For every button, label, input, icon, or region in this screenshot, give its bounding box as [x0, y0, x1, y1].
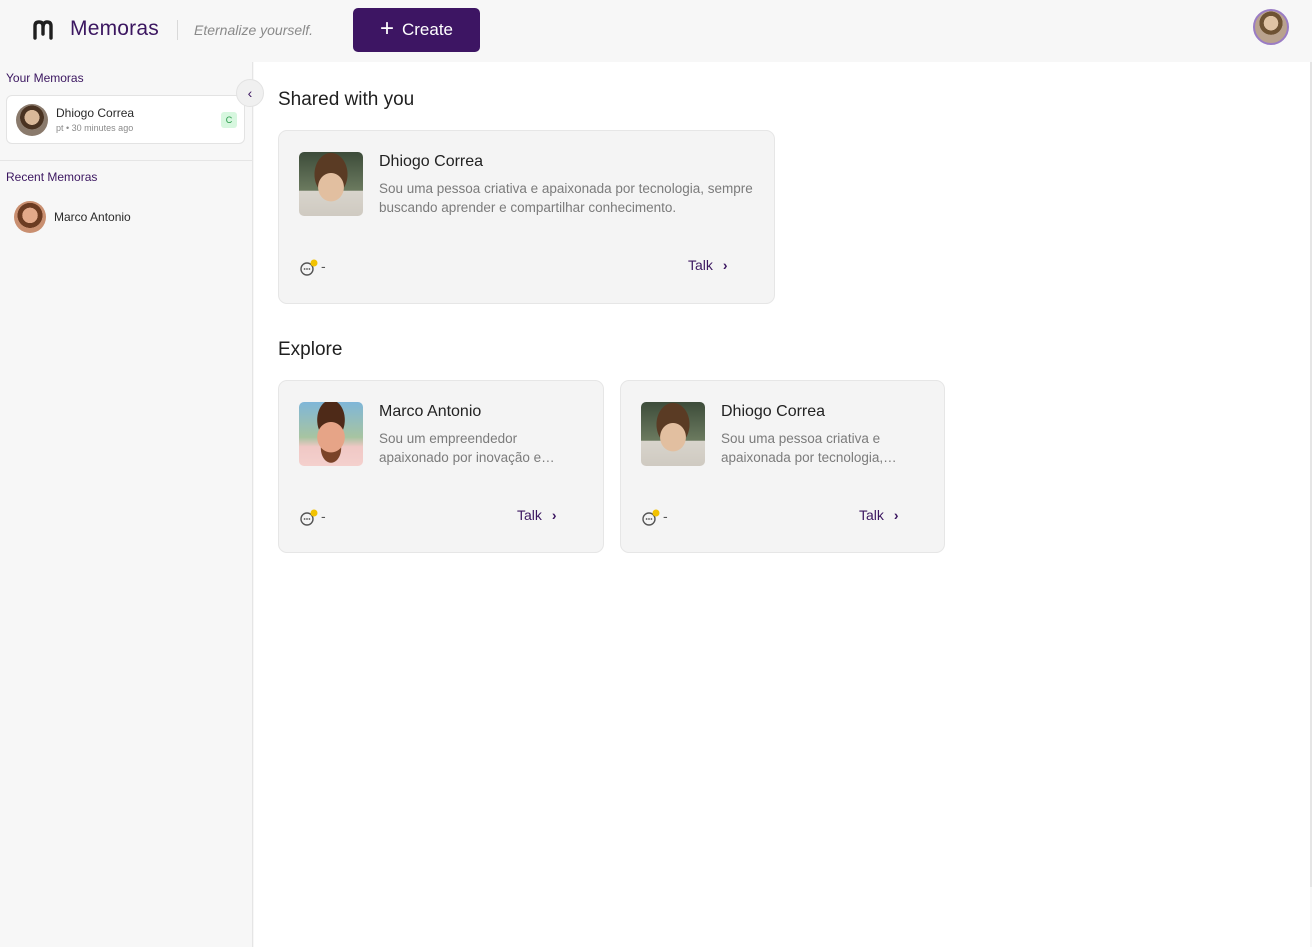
talk-button[interactable]: Talk › — [859, 507, 899, 523]
collapse-sidebar-button[interactable]: ‹ — [236, 79, 264, 107]
chat-bubble-icon — [300, 509, 318, 526]
conversation-count: - — [663, 508, 668, 524]
memora-name: Dhiogo Correa — [379, 153, 484, 170]
conversation-count: - — [321, 508, 326, 524]
explore-section-title: Explore — [278, 339, 343, 360]
memora-photo — [299, 152, 363, 216]
chat-bubble-icon — [300, 259, 318, 276]
chevron-right-icon: › — [893, 507, 899, 523]
memora-card[interactable]: Marco Antonio Sou um empreendedor apaixo… — [278, 380, 604, 553]
memora-card[interactable]: Dhiogo Correa Sou uma pessoa criativa e … — [278, 130, 775, 304]
talk-button[interactable]: Talk › — [517, 507, 557, 523]
header-divider — [177, 20, 178, 40]
memora-name: Dhiogo Correa — [721, 403, 826, 420]
create-label: Create — [401, 20, 454, 39]
memora-name: Marco Antonio — [379, 403, 482, 420]
sidebar: Your Memoras ‹ Dhiogo Correa pt • 30 min… — [0, 62, 264, 947]
tagline: Eternalize yourself. — [194, 22, 314, 38]
your-memora-item[interactable]: Dhiogo Correa pt • 30 minutes ago C — [6, 95, 245, 144]
top-bar: Memoras Eternalize yourself. + Create — [0, 0, 1312, 62]
memoras-logo-icon[interactable] — [32, 20, 60, 40]
memora-card[interactable]: Dhiogo Correa Sou uma pessoa criativa e … — [620, 380, 945, 553]
create-button[interactable]: + Create — [353, 8, 480, 52]
plus-icon: + — [379, 15, 394, 42]
recent-memora-name: Marco Antonio — [54, 210, 131, 224]
talk-label: Talk — [859, 507, 884, 523]
memora-photo — [299, 402, 363, 466]
memora-description: Sou uma pessoa criativa e apaixonada por… — [379, 181, 753, 215]
memora-name: Dhiogo Correa — [56, 106, 135, 120]
chevron-right-icon: › — [551, 507, 557, 523]
talk-button[interactable]: Talk › — [688, 257, 728, 273]
user-avatar[interactable] — [1253, 9, 1289, 45]
chat-bubble-icon — [642, 509, 660, 526]
conversation-count: - — [321, 258, 326, 274]
memora-description: Sou uma pessoa criativa e apaixonada por… — [721, 431, 884, 465]
shared-section-title: Shared with you — [278, 89, 415, 110]
recent-memora-item[interactable]: Marco Antonio — [14, 201, 131, 233]
status-badge: C — [221, 112, 237, 128]
chevron-right-icon: › — [722, 257, 728, 273]
avatar — [16, 104, 48, 136]
brand-name[interactable]: Memoras — [70, 17, 159, 41]
avatar — [14, 201, 46, 233]
memora-description: Sou um empreendedor apaixonado por inova… — [379, 431, 542, 465]
sidebar-divider — [0, 160, 253, 161]
chevron-left-icon: ‹ — [247, 85, 253, 101]
main-content: Shared with you Dhiogo Correa Sou uma pe… — [254, 62, 1310, 947]
recent-memoras-title: Recent Memoras — [6, 170, 98, 184]
memora-meta: pt • 30 minutes ago — [56, 123, 134, 133]
memora-photo — [641, 402, 705, 466]
talk-label: Talk — [688, 257, 713, 273]
your-memoras-title: Your Memoras — [6, 71, 84, 85]
talk-label: Talk — [517, 507, 542, 523]
